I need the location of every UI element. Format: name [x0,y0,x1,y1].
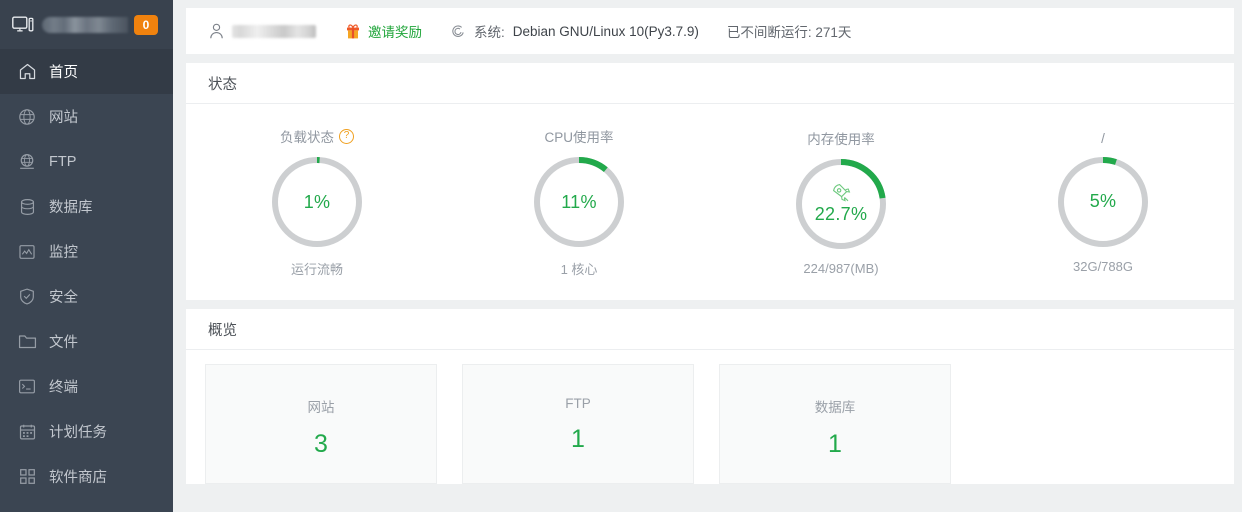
overview-section-title: 概览 [186,309,1234,350]
invite-reward-label: 邀请奖励 [368,25,422,40]
invite-reward-link[interactable]: 邀请奖励 [344,21,422,41]
gauge-ring: 1% [269,154,365,250]
status-section-title: 状态 [186,63,1234,104]
uptime-info: 已不间断运行: 271天 [727,21,852,41]
sidebar-item-database[interactable]: 数据库 [0,184,173,229]
gauge-ring: 5% [1055,154,1151,250]
user-info[interactable] [208,23,316,40]
main-content: 邀请奖励 系统: Debian GNU/Linux 10(Py3.7.9) 已不… [173,0,1242,512]
gauge-center: 5% [1055,154,1151,250]
sidebar-item-label: 软件商店 [49,470,107,486]
gauge-memory: 内存使用率 22.7% 224/987(MB) [710,128,972,276]
sidebar-item-app-store[interactable]: 软件商店 [0,454,173,499]
app-root: 0 首页 网站 FTP 数据库 监控 安全 文件 终端 计划任务 软件商店 邀请… [0,0,1242,512]
gauge-title-wrap: CPU使用率 [544,126,613,146]
notification-badge[interactable]: 0 [134,14,158,35]
globe-icon [16,106,38,128]
sidebar-item-ftp[interactable]: FTP [0,139,173,184]
shield-check-icon [16,286,38,308]
gauge-value: 1% [303,191,331,212]
system-value: Debian GNU/Linux 10(Py3.7.9) [512,23,699,39]
sidebar-item-home[interactable]: 首页 [0,49,173,94]
gauge-center: 22.7% [793,156,889,252]
grid-apps-icon [16,466,38,488]
gauge-title-wrap: / [1101,131,1105,146]
home-icon [16,61,38,83]
overview-section: 概览 网站 3 FTP 1 数据库 1 [186,309,1234,484]
overview-card-value: 3 [314,430,328,458]
gauge-disk-root: / 5% 32G/788G [972,131,1234,274]
overview-card-label: 数据库 [814,400,856,415]
uptime-value: 已不间断运行: 271天 [726,25,852,40]
ftp-globe-icon [16,151,38,173]
overview-card-label: 网站 [307,400,335,415]
user-name-redacted [232,24,316,38]
overview-card-database[interactable]: 数据库 1 [719,364,951,484]
gauge-subtext: 224/987(MB) [803,261,879,276]
overview-cards: 网站 3 FTP 1 数据库 1 [186,350,1234,484]
overview-card-label: FTP [565,396,591,411]
sidebar-item-label: 文件 [49,335,78,351]
gift-icon [344,23,361,40]
overview-card-website[interactable]: 网站 3 [205,364,437,484]
sidebar: 0 首页 网站 FTP 数据库 监控 安全 文件 终端 计划任务 软件商店 [0,0,173,512]
gauge-title: 负载状态 [280,130,334,145]
gauge-title: CPU使用率 [544,130,614,145]
sidebar-item-monitor[interactable]: 监控 [0,229,173,274]
panel-name-redacted [42,16,128,33]
system-label: 系统: [474,25,505,40]
sidebar-item-terminal[interactable]: 终端 [0,364,173,409]
sidebar-item-label: 监控 [49,245,78,261]
help-icon[interactable]: ? [339,128,354,144]
sidebar-item-security[interactable]: 安全 [0,274,173,319]
sidebar-logo[interactable]: 0 [0,0,173,49]
debian-icon [450,23,467,40]
terminal-icon [16,376,38,398]
gauge-subtext: 32G/788G [1073,258,1133,274]
gauge-load: 负载状态 ? 1% 运行流畅 [186,126,448,278]
overview-card-ftp[interactable]: FTP 1 [462,364,694,484]
overview-card-value: 1 [571,425,585,453]
sidebar-item-label: 安全 [49,290,78,306]
gauge-value: 5% [1089,191,1117,211]
folder-icon [16,331,38,353]
rocket-icon[interactable] [830,183,852,203]
gauge-title: / [1101,130,1105,146]
sidebar-item-files[interactable]: 文件 [0,319,173,364]
sidebar-item-label: 终端 [49,380,78,396]
info-bar: 邀请奖励 系统: Debian GNU/Linux 10(Py3.7.9) 已不… [186,8,1234,54]
database-icon [16,196,38,218]
status-section: 状态 负载状态 ? 1% 运行流畅 CPU使用率 11% 1 核心 内存使用率 … [186,63,1234,300]
gauge-ring: 22.7% [793,156,889,252]
monitor-icon [12,16,34,34]
sidebar-item-label: 首页 [49,65,78,81]
gauge-center: 11% [531,154,627,250]
sidebar-item-website[interactable]: 网站 [0,94,173,139]
sidebar-item-label: 网站 [49,110,78,126]
monitor-chart-icon [16,241,38,263]
gauge-value: 22.7% [814,204,868,224]
sidebar-item-label: 计划任务 [49,425,107,441]
gauge-value: 11% [561,191,597,212]
system-info: 系统: Debian GNU/Linux 10(Py3.7.9) [450,21,699,41]
gauge-row: 负载状态 ? 1% 运行流畅 CPU使用率 11% 1 核心 内存使用率 22.… [186,104,1234,300]
gauge-cpu: CPU使用率 11% 1 核心 [448,126,710,278]
sidebar-item-label: FTP [49,153,77,170]
sidebar-item-cron[interactable]: 计划任务 [0,409,173,454]
gauge-title: 内存使用率 [807,132,875,147]
gauge-center: 1% [269,154,365,250]
gauge-subtext: 1 核心 [560,262,598,277]
overview-card-value: 1 [828,430,842,458]
gauge-ring: 11% [531,154,627,250]
user-icon [208,23,225,40]
gauge-title-wrap: 负载状态 ? [280,126,354,146]
gauge-subtext: 运行流畅 [290,262,343,277]
calendar-icon [16,421,38,443]
gauge-title-wrap: 内存使用率 [807,128,875,148]
sidebar-item-label: 数据库 [49,200,93,216]
